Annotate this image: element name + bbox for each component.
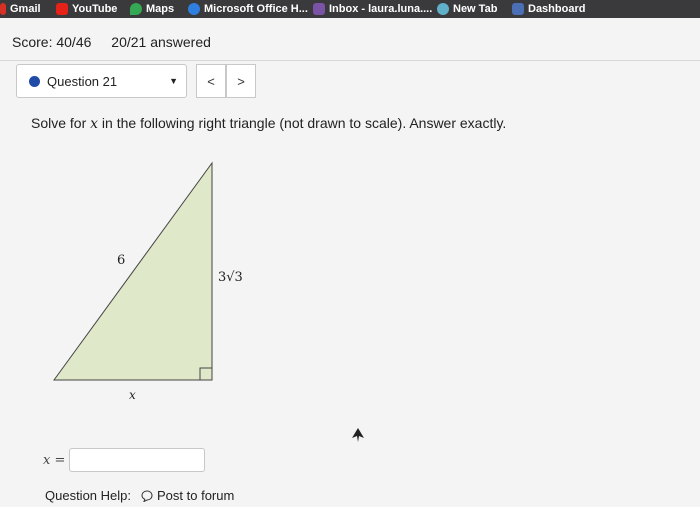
bookmark-label: Microsoft Office H... [204, 3, 308, 15]
hypotenuse-label: 6 [117, 253, 125, 268]
dashboard-icon [512, 3, 524, 15]
post-to-forum-link[interactable]: Post to forum [141, 488, 234, 503]
office-icon [188, 3, 200, 15]
youtube-icon [56, 3, 68, 15]
triangle-shape [53, 161, 213, 381]
mouse-cursor-icon [352, 428, 364, 442]
bookmark-inbox[interactable]: Inbox - laura.luna.... [313, 1, 432, 17]
speech-bubble-icon [141, 489, 153, 502]
question-page: Score: 40/46 20/21 answered Question 21 … [0, 18, 700, 507]
vertical-side-label: 3√3 [218, 270, 243, 285]
bookmark-label: Inbox - laura.luna.... [329, 3, 433, 15]
mail-icon [313, 3, 325, 15]
bookmark-dashboard[interactable]: Dashboard [512, 1, 585, 17]
newtab-icon [437, 3, 449, 15]
bookmark-office[interactable]: Microsoft Office H... [188, 1, 308, 17]
question-help: Question Help: Post to forum [45, 488, 234, 503]
bookmark-label: Gmail [10, 3, 41, 15]
answer-variable-label: x = [43, 452, 66, 468]
answer-row: x = [43, 448, 206, 472]
bookmark-label: YouTube [72, 3, 118, 15]
bookmark-maps[interactable]: Maps [130, 1, 174, 17]
bookmark-newtab[interactable]: New Tab [437, 1, 497, 17]
bookmark-youtube[interactable]: YouTube [56, 1, 117, 17]
maps-pin-icon [130, 3, 142, 15]
gmail-icon [0, 3, 6, 15]
bookmark-label: Maps [146, 3, 175, 15]
answer-input[interactable] [69, 448, 206, 472]
right-triangle-figure: 6 3√3 x [53, 161, 243, 402]
post-to-forum-label: Post to forum [157, 488, 235, 503]
base-side-label: x [129, 388, 136, 402]
bookmark-label: New Tab [453, 3, 498, 15]
bookmark-label: Dashboard [528, 3, 586, 15]
bookmarks-bar: Gmail YouTube Maps Microsoft Office H...… [0, 0, 700, 18]
question-help-label: Question Help: [45, 488, 131, 503]
bookmark-gmail[interactable]: Gmail [0, 1, 41, 17]
